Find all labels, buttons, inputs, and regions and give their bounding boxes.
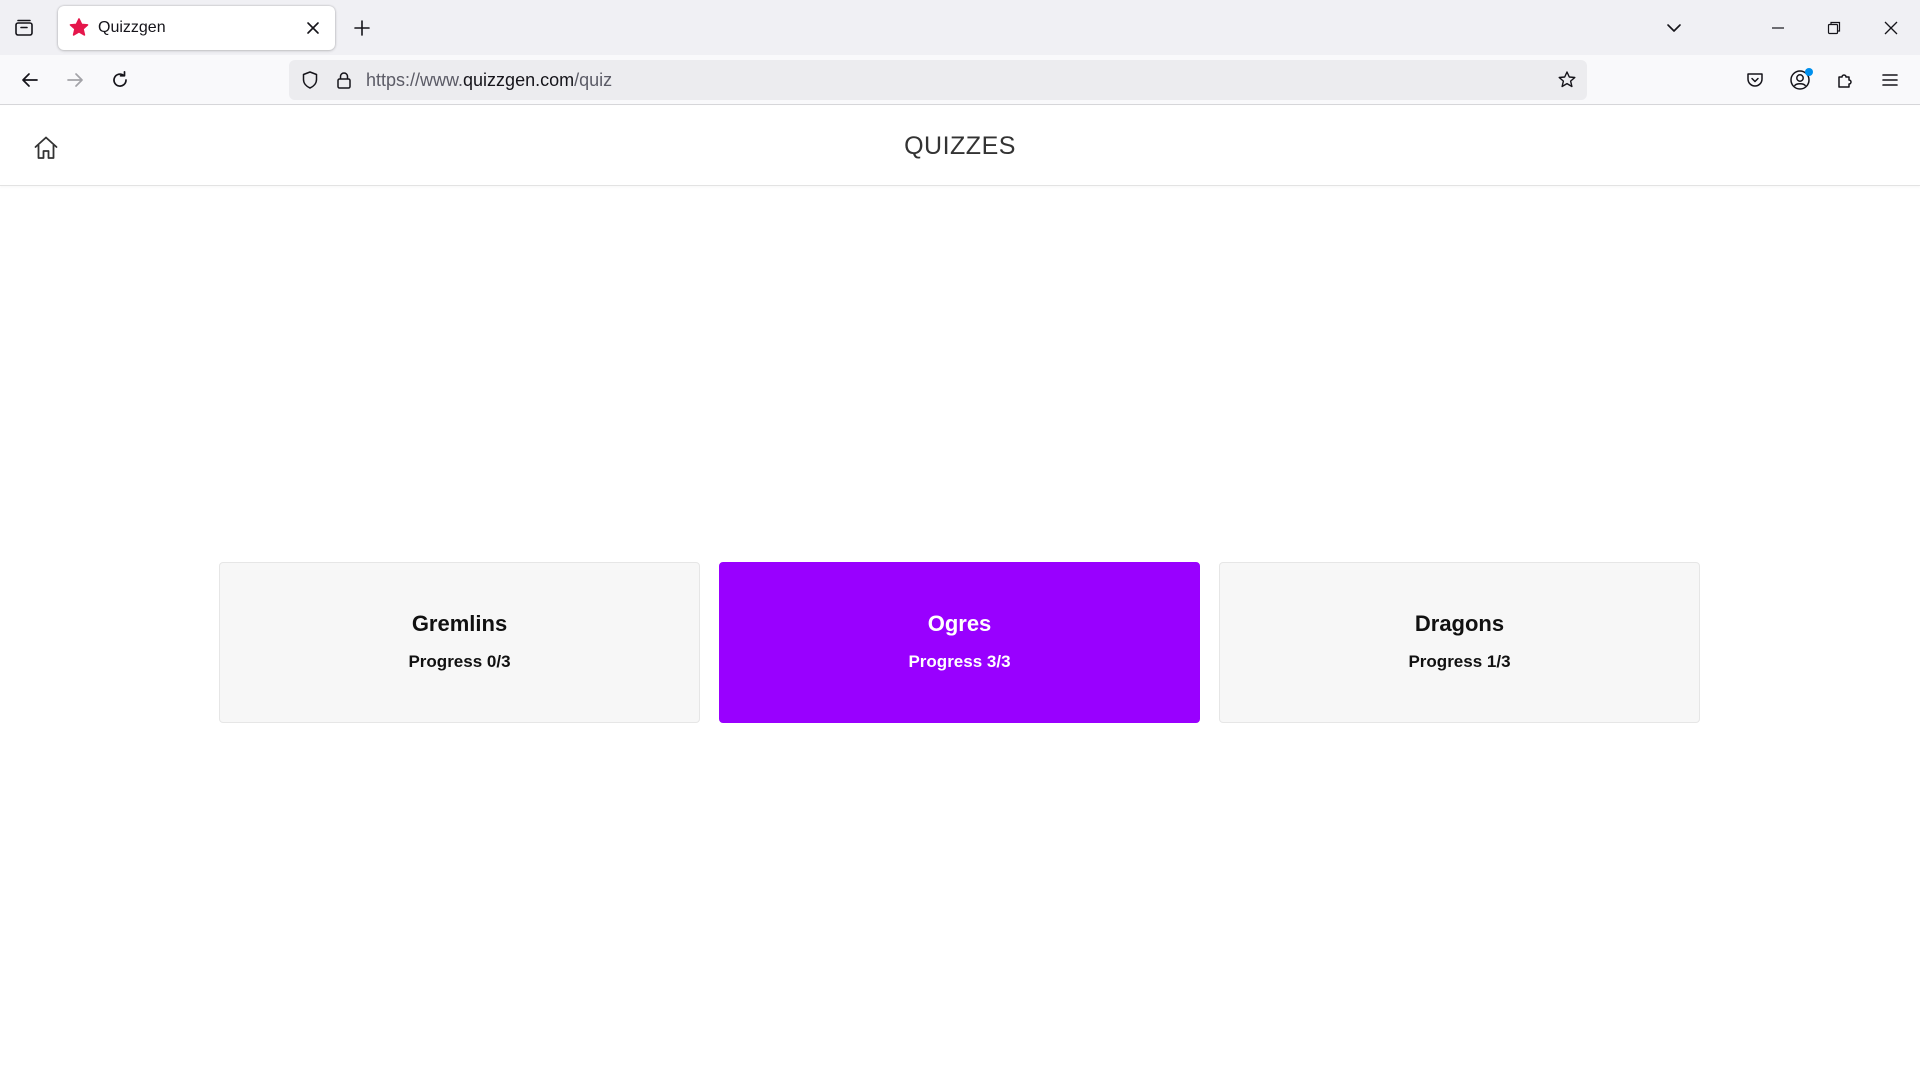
quiz-card-progress: Progress 0/3 (408, 652, 511, 671)
close-tab-icon[interactable] (299, 14, 327, 42)
notification-dot (1805, 68, 1813, 76)
shield-icon[interactable] (299, 69, 321, 91)
minimize-icon[interactable] (1758, 8, 1798, 48)
bookmark-star-icon[interactable] (1555, 68, 1579, 92)
new-tab-icon[interactable] (348, 14, 376, 42)
url-path: /quiz (574, 70, 613, 90)
forward-arrow-icon[interactable] (58, 63, 92, 97)
navigation-toolbar: https://www.quizzgen.com/quiz (0, 55, 1920, 105)
tab-overview-icon[interactable] (11, 15, 37, 41)
reload-icon[interactable] (103, 63, 137, 97)
back-arrow-icon[interactable] (13, 63, 47, 97)
pocket-icon[interactable] (1739, 64, 1771, 96)
account-icon[interactable] (1784, 64, 1816, 96)
close-window-icon[interactable] (1871, 8, 1911, 48)
quiz-card-list: Gremlins Progress 0/3 Ogres Progress 3/3… (219, 562, 1701, 723)
chevron-down-icon[interactable] (1659, 14, 1689, 42)
extensions-puzzle-icon[interactable] (1829, 64, 1861, 96)
quiz-card-title: Gremlins (411, 611, 508, 636)
quiz-card-progress: Progress 3/3 (908, 652, 1011, 671)
url-host: quizzgen.com (463, 70, 575, 90)
url-bar[interactable]: https://www.quizzgen.com/quiz (289, 60, 1587, 100)
hamburger-menu-icon[interactable] (1874, 64, 1906, 96)
lock-icon[interactable] (333, 69, 355, 91)
page-title: QUIZZES (904, 132, 1016, 160)
app-header: QUIZZES (0, 106, 1920, 186)
quiz-card-ogres[interactable]: Ogres Progress 3/3 (719, 562, 1200, 723)
browser-tab[interactable]: Quizzgen (58, 6, 335, 50)
page-content: QUIZZES Gremlins Progress 0/3 Ogres Prog… (0, 106, 1920, 1080)
quiz-card-title: Ogres (927, 611, 992, 636)
url-text[interactable]: https://www.quizzgen.com/quiz (366, 70, 612, 91)
tab-strip: Quizzgen (0, 0, 1920, 55)
quiz-card-gremlins[interactable]: Gremlins Progress 0/3 (219, 562, 700, 723)
quiz-card-progress: Progress 1/3 (1408, 652, 1511, 671)
quiz-card-title: Dragons (1414, 611, 1505, 636)
restore-icon[interactable] (1814, 8, 1854, 48)
quizzgen-star-logo-icon (68, 17, 90, 39)
quiz-card-dragons[interactable]: Dragons Progress 1/3 (1219, 562, 1700, 723)
tab-title: Quizzgen (98, 19, 166, 36)
url-prefix: https://www. (366, 70, 464, 90)
